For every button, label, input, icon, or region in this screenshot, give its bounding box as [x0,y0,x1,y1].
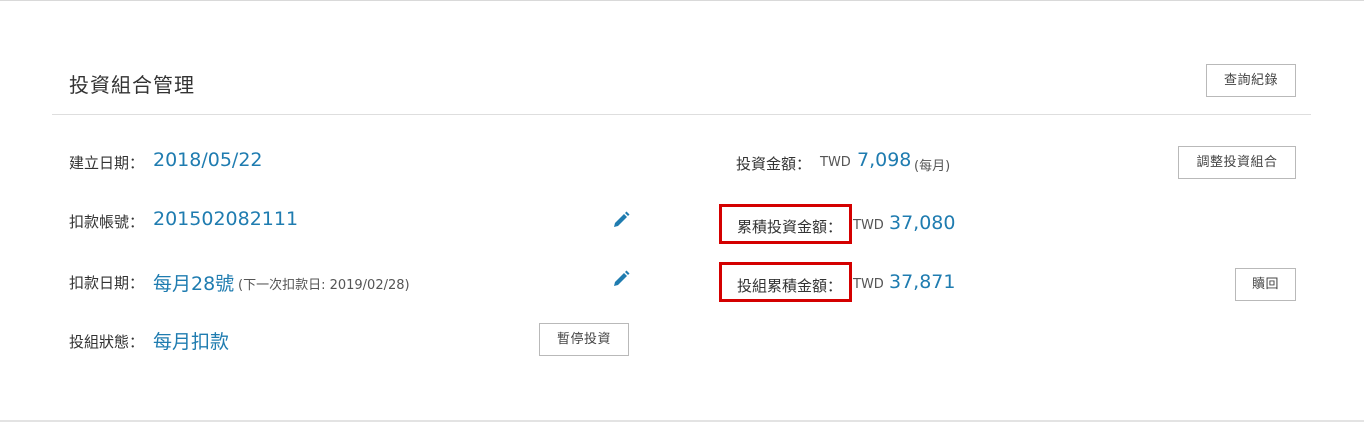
accumulated-investment-value: 37,080 [889,212,956,234]
investment-amount-note: (每月) [914,159,951,174]
debit-date-value: 每月28號 [153,273,235,295]
bottom-divider [0,420,1364,422]
top-divider [0,0,1364,1]
redeem-button[interactable]: 贖回 [1235,268,1296,301]
investment-amount-value: 7,098 [857,149,912,171]
debit-date-label: 扣款日期： [69,274,145,292]
pencil-icon[interactable] [611,269,631,289]
accumulated-investment-currency: TWD [853,218,884,233]
portfolio-accumulated-label: 投組累積金額： [737,277,843,295]
adjust-portfolio-button[interactable]: 調整投資組合 [1178,146,1296,179]
panel-title: 投資組合管理 [69,73,195,97]
portfolio-status-value: 每月扣款 [153,331,230,353]
pause-investment-button[interactable]: 暫停投資 [539,323,629,356]
debit-account-value: 201502082111 [153,208,299,230]
next-debit-note: (下一次扣款日: 2019/02/28) [238,278,410,293]
header-divider [52,114,1311,115]
history-button[interactable]: 查詢紀錄 [1206,64,1296,97]
accumulated-investment-label: 累積投資金額： [737,218,843,236]
created-date-label: 建立日期： [69,154,145,172]
created-date-value: 2018/05/22 [153,149,263,171]
portfolio-accumulated-value: 37,871 [889,271,956,293]
pencil-icon[interactable] [611,210,631,230]
portfolio-accumulated-currency: TWD [853,277,884,292]
investment-amount-label: 投資金額： [736,155,812,173]
portfolio-status-label: 投組狀態： [69,333,145,351]
debit-account-label: 扣款帳號： [69,213,145,231]
investment-amount-currency: TWD [820,155,851,170]
